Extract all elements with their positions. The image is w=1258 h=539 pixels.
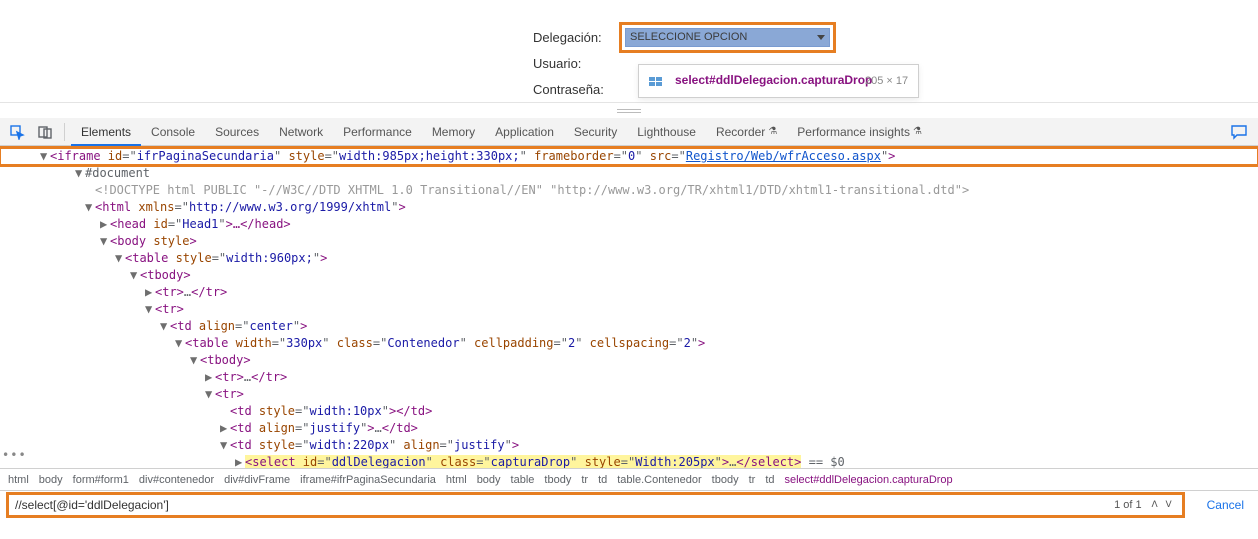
- dom-node-selected[interactable]: ▶<select id="ddlDelegacion" class="captu…: [20, 454, 1258, 468]
- tab-memory[interactable]: Memory: [422, 118, 485, 145]
- drag-lines-icon: [617, 109, 641, 113]
- tab-elements[interactable]: Elements: [71, 118, 141, 145]
- dom-node[interactable]: ▼<td align="center">: [20, 318, 1258, 335]
- search-input[interactable]: [15, 498, 1114, 512]
- disclosure-arrow[interactable]: ▼: [205, 386, 215, 403]
- device-toggle-button[interactable]: [32, 120, 58, 144]
- dom-node[interactable]: <td style="width:10px"></td>: [20, 403, 1258, 420]
- disclosure-arrow[interactable]: ▼: [40, 148, 50, 165]
- devtools-toolbar: Elements Console Sources Network Perform…: [0, 118, 1258, 146]
- dom-tree[interactable]: ▼<iframe id="ifrPaginaSecundaria" style=…: [0, 146, 1258, 468]
- tooltip-selector: select#ddlDelegacion.capturaDrop: [675, 73, 855, 89]
- ddl-delegacion[interactable]: SELECCIONE OPCION: [625, 28, 830, 47]
- chevron-down-icon: [817, 35, 825, 40]
- ddl-text: SELECCIONE OPCION: [630, 31, 747, 43]
- disclosure-arrow[interactable]: ▼: [190, 352, 200, 369]
- delegacion-row: Delegación: SELECCIONE OPCION: [533, 24, 836, 50]
- crumb-item[interactable]: body: [477, 474, 501, 486]
- crumb-item[interactable]: tr: [581, 474, 588, 486]
- crumb-item[interactable]: tbody: [712, 474, 739, 486]
- disclosure-arrow[interactable]: ▼: [130, 267, 140, 284]
- beaker-icon: ⚗: [768, 126, 777, 137]
- crumb-item[interactable]: table.Contenedor: [617, 474, 701, 486]
- tooltip-dimensions: 205 × 17: [865, 75, 908, 87]
- crumb-item[interactable]: html: [8, 474, 29, 486]
- crumb-item[interactable]: td: [598, 474, 607, 486]
- search-box-highlight: 1 of 1 ᐱ ᐯ: [6, 492, 1185, 518]
- dom-node[interactable]: ▶<td align="justify">…</td>: [20, 420, 1258, 437]
- disclosure-arrow[interactable]: ▼: [100, 233, 110, 250]
- separator: [64, 123, 65, 141]
- disclosure-arrow[interactable]: ▼: [85, 199, 95, 216]
- dom-node[interactable]: ▼<table style="width:960px;">: [20, 250, 1258, 267]
- dom-node[interactable]: ▼<tbody>: [20, 352, 1258, 369]
- dom-node[interactable]: ▶<head id="Head1">…</head>: [20, 216, 1258, 233]
- crumb-item[interactable]: table: [511, 474, 535, 486]
- disclosure-arrow[interactable]: ▶: [145, 284, 155, 301]
- usuario-label: Usuario:: [533, 56, 619, 71]
- disclosure-arrow[interactable]: ▼: [145, 301, 155, 318]
- highlight-box: SELECCIONE OPCION: [619, 22, 836, 53]
- dom-node[interactable]: ▶<tr>…</tr>: [20, 284, 1258, 301]
- dom-node[interactable]: ▼<tr>: [20, 301, 1258, 318]
- dom-node-iframe[interactable]: ▼<iframe id="ifrPaginaSecundaria" style=…: [0, 148, 1258, 165]
- contrasena-label: Contraseña:: [533, 82, 619, 97]
- search-count: 1 of 1: [1114, 499, 1142, 511]
- search-nav: ᐱ ᐯ: [1148, 499, 1176, 511]
- crumb-item-selected[interactable]: select#ddlDelegacion.capturaDrop: [785, 474, 953, 486]
- breadcrumb[interactable]: html body form#form1 div#contenedor div#…: [0, 468, 1258, 490]
- crumb-item[interactable]: tbody: [544, 474, 571, 486]
- search-prev-button[interactable]: ᐱ: [1148, 499, 1162, 511]
- tab-performance[interactable]: Performance: [333, 118, 422, 145]
- crumb-item[interactable]: body: [39, 474, 63, 486]
- disclosure-arrow[interactable]: ▶: [205, 369, 215, 386]
- dom-node[interactable]: ▼<html xmlns="http://www.w3.org/1999/xht…: [20, 199, 1258, 216]
- dom-node[interactable]: ▼#document: [20, 165, 1258, 182]
- crumb-item[interactable]: tr: [749, 474, 756, 486]
- tab-application[interactable]: Application: [485, 118, 564, 145]
- disclosure-arrow[interactable]: ▼: [160, 318, 170, 335]
- tab-sources[interactable]: Sources: [205, 118, 269, 145]
- tab-perf-insights[interactable]: Performance insights⚗: [787, 118, 932, 145]
- disclosure-arrow[interactable]: ▼: [220, 437, 230, 454]
- element-tooltip: select#ddlDelegacion.capturaDrop 205 × 1…: [638, 64, 919, 98]
- disclosure-arrow[interactable]: ▼: [75, 165, 85, 182]
- crumb-item[interactable]: iframe#ifrPaginaSecundaria: [300, 474, 436, 486]
- overflow-dots[interactable]: •••: [2, 447, 27, 464]
- tab-recorder[interactable]: Recorder⚗: [706, 118, 787, 145]
- disclosure-arrow[interactable]: ▶: [220, 420, 230, 437]
- disclosure-arrow[interactable]: ▼: [115, 250, 125, 267]
- dom-node[interactable]: ▶<tr>…</tr>: [20, 369, 1258, 386]
- crumb-item[interactable]: div#contenedor: [139, 474, 214, 486]
- cancel-button[interactable]: Cancel: [1193, 498, 1258, 512]
- drag-handle[interactable]: [0, 102, 1258, 118]
- inspect-element-button[interactable]: [4, 120, 30, 144]
- crumb-item[interactable]: form#form1: [73, 474, 129, 486]
- dom-search-bar: 1 of 1 ᐱ ᐯ Cancel: [0, 490, 1258, 518]
- dom-node[interactable]: <!DOCTYPE html PUBLIC "-//W3C//DTD XHTML…: [20, 182, 1258, 199]
- dom-node[interactable]: ▼<td style="width:220px" align="justify"…: [20, 437, 1258, 454]
- crumb-item[interactable]: div#divFrame: [224, 474, 290, 486]
- search-next-button[interactable]: ᐯ: [1162, 499, 1176, 511]
- disclosure-arrow[interactable]: ▶: [100, 216, 110, 233]
- flex-icon: [649, 73, 665, 89]
- disclosure-arrow[interactable]: ▶: [235, 454, 245, 468]
- tab-lighthouse[interactable]: Lighthouse: [627, 118, 706, 145]
- devtools-tabs: Elements Console Sources Network Perform…: [71, 118, 932, 145]
- tab-console[interactable]: Console: [141, 118, 205, 145]
- dom-node[interactable]: ▼<body style>: [20, 233, 1258, 250]
- disclosure-arrow[interactable]: ▼: [175, 335, 185, 352]
- delegacion-label: Delegación:: [533, 30, 619, 45]
- feedback-icon[interactable]: [1230, 123, 1248, 141]
- crumb-item[interactable]: html: [446, 474, 467, 486]
- dom-node[interactable]: ▼<tr>: [20, 386, 1258, 403]
- dom-node[interactable]: ▼<tbody>: [20, 267, 1258, 284]
- dom-node[interactable]: ▼<table width="330px" class="Contenedor"…: [20, 335, 1258, 352]
- page-preview: Delegación: SELECCIONE OPCION Usuario: C…: [0, 0, 1258, 102]
- tab-security[interactable]: Security: [564, 118, 627, 145]
- tab-network[interactable]: Network: [269, 118, 333, 145]
- crumb-item[interactable]: td: [765, 474, 774, 486]
- beaker-icon: ⚗: [913, 126, 922, 137]
